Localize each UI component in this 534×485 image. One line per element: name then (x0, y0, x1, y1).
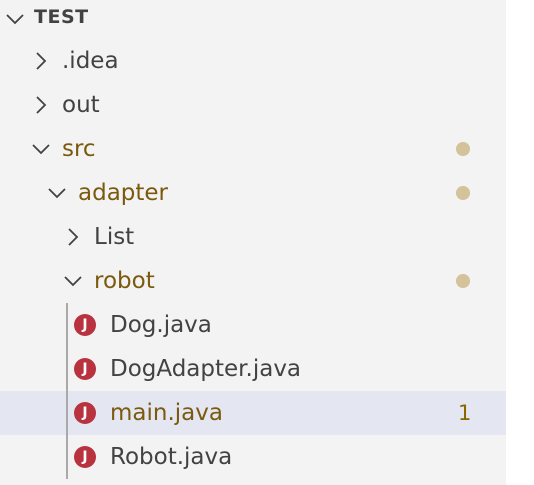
tree-item-label: List (94, 224, 135, 250)
tree-item-out[interactable]: out (0, 83, 506, 127)
tree-item-label: main.java (110, 400, 223, 426)
chevron-down-icon (4, 8, 26, 30)
problem-count-badge: 1 (458, 401, 472, 425)
tree-item-adapter[interactable]: adapter (0, 171, 506, 215)
tree-item-label: DogAdapter.java (110, 356, 302, 382)
chevron-down-icon (62, 270, 84, 292)
modified-dot-icon (456, 186, 470, 200)
tree-item-src[interactable]: src (0, 127, 506, 171)
tree-item-label: Dog.java (110, 312, 212, 338)
tree-item-label: Robot.java (110, 444, 233, 470)
java-file-icon: J (74, 314, 96, 336)
explorer-root-label: TEST (34, 6, 89, 28)
modified-dot-icon (456, 274, 470, 288)
chevron-right-icon (30, 50, 52, 72)
tree-item-robot[interactable]: robot (0, 259, 506, 303)
tree-item-label: .idea (62, 48, 119, 74)
modified-dot-icon (456, 142, 470, 156)
chevron-down-icon (46, 182, 68, 204)
tree-item-label: robot (94, 268, 155, 294)
tree-item-dog-java[interactable]: J Dog.java (0, 303, 506, 347)
java-file-icon: J (74, 358, 96, 380)
chevron-down-icon (30, 138, 52, 160)
tree-item-label: src (62, 136, 96, 162)
tree-item-list[interactable]: List (0, 215, 506, 259)
chevron-right-icon (62, 226, 84, 248)
tree-item-robot-java[interactable]: J Robot.java (0, 435, 506, 479)
java-file-icon: J (74, 446, 96, 468)
tree-item-idea[interactable]: .idea (0, 39, 506, 83)
tree-item-dogadapter-java[interactable]: J DogAdapter.java (0, 347, 506, 391)
file-explorer: TEST .idea out src adapter List robot J … (0, 0, 506, 485)
explorer-root-test[interactable]: TEST (0, 0, 506, 44)
java-file-icon: J (74, 402, 96, 424)
tree-item-label: adapter (78, 180, 169, 206)
chevron-right-icon (30, 94, 52, 116)
tree-item-label: out (62, 92, 100, 118)
indent-guide (66, 303, 68, 479)
tree-item-main-java[interactable]: J main.java 1 (0, 391, 506, 435)
